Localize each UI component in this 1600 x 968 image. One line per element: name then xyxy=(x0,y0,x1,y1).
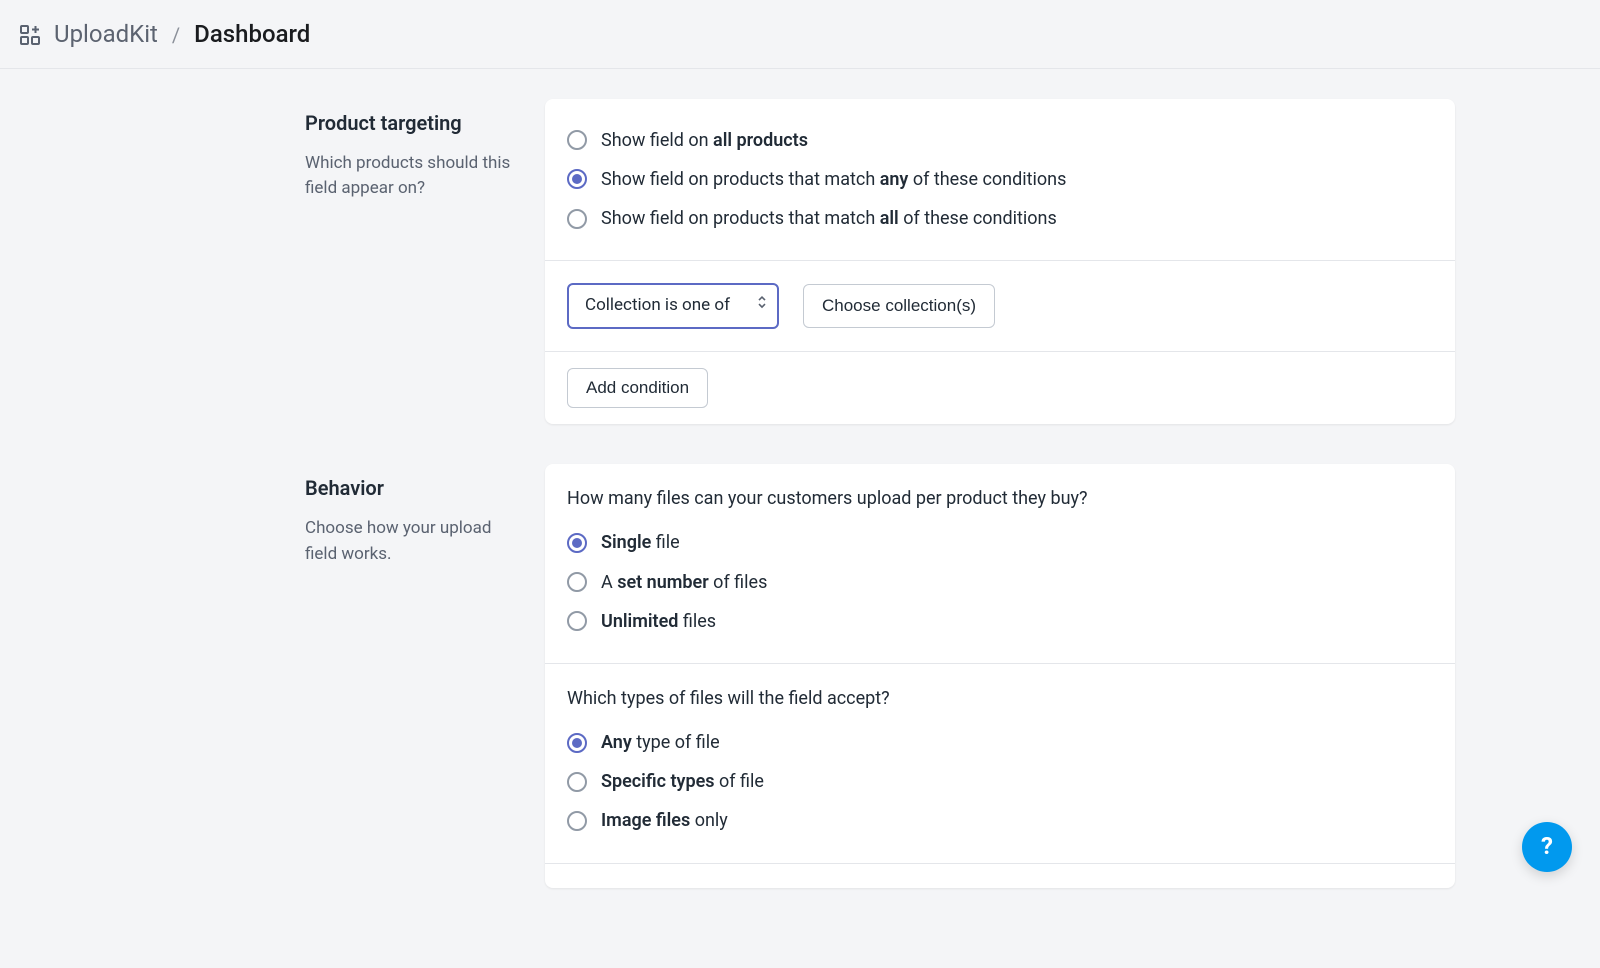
radio-label: Single file xyxy=(601,530,680,555)
radio-icon xyxy=(567,533,587,553)
radio-icon xyxy=(567,811,587,831)
section-title: Product targeting xyxy=(305,109,521,137)
section-title: Behavior xyxy=(305,474,521,502)
radio-label: Show field on all products xyxy=(601,128,808,153)
question-file-types: Which types of files will the field acce… xyxy=(567,686,1433,711)
section-header: Behavior Choose how your upload field wo… xyxy=(145,464,545,567)
behavior-card: How many files can your customers upload… xyxy=(545,464,1455,888)
choose-collections-button[interactable]: Choose collection(s) xyxy=(803,284,995,328)
radio-icon xyxy=(567,572,587,592)
radio-icon xyxy=(567,611,587,631)
radio-label: Specific types of file xyxy=(601,769,764,794)
condition-type-select[interactable]: Collection is one of xyxy=(567,283,779,329)
select-value: Collection is one of xyxy=(567,283,779,329)
app-grid-icon xyxy=(18,23,42,47)
radio-label: Show field on products that match all of… xyxy=(601,206,1057,231)
section-description: Which products should this field appear … xyxy=(305,151,521,202)
radio-icon xyxy=(567,130,587,150)
radio-label: Show field on products that match any of… xyxy=(601,167,1066,192)
radio-label: A set number of files xyxy=(601,570,767,595)
breadcrumb-separator: / xyxy=(172,21,180,49)
radio-icon xyxy=(567,733,587,753)
count-option-single[interactable]: Single file xyxy=(567,523,1433,562)
targeting-card: Show field on all products Show field on… xyxy=(545,99,1455,425)
add-condition-button[interactable]: Add condition xyxy=(567,368,708,408)
app-header: UploadKit / Dashboard xyxy=(0,0,1600,69)
targeting-option-all[interactable]: Show field on all products xyxy=(567,121,1433,160)
section-header: Product targeting Which products should … xyxy=(145,99,545,202)
targeting-option-all-conditions[interactable]: Show field on products that match all of… xyxy=(567,199,1433,238)
radio-icon xyxy=(567,169,587,189)
condition-row: Collection is one of Choose collection(s… xyxy=(545,260,1455,351)
add-condition-row: Add condition xyxy=(545,351,1455,424)
file-count-group: How many files can your customers upload… xyxy=(545,464,1455,663)
targeting-options: Show field on all products Show field on… xyxy=(545,99,1455,261)
radio-icon xyxy=(567,772,587,792)
section-product-targeting: Product targeting Which products should … xyxy=(145,99,1455,425)
file-types-group: Which types of files will the field acce… xyxy=(545,663,1455,863)
app-name[interactable]: UploadKit xyxy=(54,18,158,52)
types-option-images[interactable]: Image files only xyxy=(567,801,1433,840)
breadcrumb-current: Dashboard xyxy=(194,18,310,52)
targeting-option-any[interactable]: Show field on products that match any of… xyxy=(567,160,1433,199)
radio-icon xyxy=(567,209,587,229)
radio-label: Any type of file xyxy=(601,730,720,755)
radio-label: Unlimited files xyxy=(601,609,716,634)
count-option-unlimited[interactable]: Unlimited files xyxy=(567,602,1433,641)
section-behavior: Behavior Choose how your upload field wo… xyxy=(145,464,1455,888)
question-file-count: How many files can your customers upload… xyxy=(567,486,1433,511)
count-option-set-number[interactable]: A set number of files xyxy=(567,563,1433,602)
section-description: Choose how your upload field works. xyxy=(305,516,521,567)
help-button[interactable]: ? xyxy=(1522,822,1572,872)
types-option-any[interactable]: Any type of file xyxy=(567,723,1433,762)
behavior-next-segment xyxy=(545,863,1455,888)
radio-label: Image files only xyxy=(601,808,728,833)
types-option-specific[interactable]: Specific types of file xyxy=(567,762,1433,801)
page-body: Product targeting Which products should … xyxy=(145,69,1455,968)
